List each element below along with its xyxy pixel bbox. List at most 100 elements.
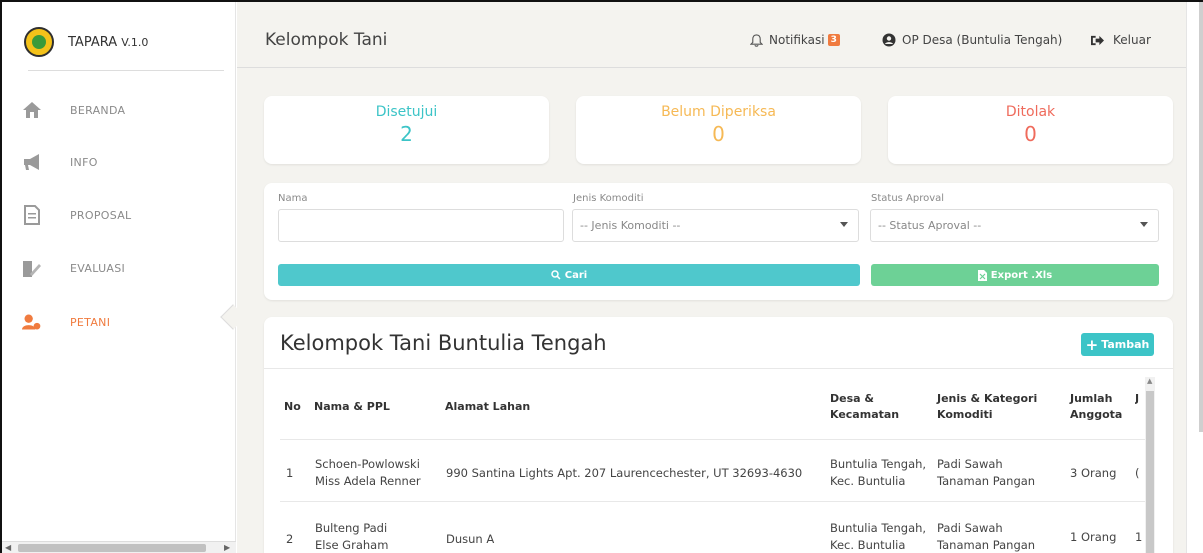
page-vertical-scrollbar[interactable] xyxy=(1186,2,1203,553)
notification-label: Notifikasi xyxy=(769,33,825,47)
column-header-nama[interactable]: Nama & PPL xyxy=(314,399,390,415)
status-filter-label: Status Aproval xyxy=(871,193,945,204)
search-button[interactable]: Cari xyxy=(278,264,860,286)
cell-nama: Bulteng Padi xyxy=(315,521,388,535)
notification-badge: 3 xyxy=(827,34,840,46)
cell-jenis: Padi Sawah xyxy=(937,457,1003,471)
column-header-truncated[interactable]: J xyxy=(1135,391,1145,407)
user-label: OP Desa (Buntulia Tengah) xyxy=(902,33,1063,47)
sidebar-item-label: BERANDA xyxy=(70,103,126,117)
column-header-komoditi[interactable]: Jenis & Kategori Komoditi xyxy=(937,391,1047,423)
column-header-alamat[interactable]: Alamat Lahan xyxy=(445,399,530,415)
notification-button[interactable]: Notifikasi 3 xyxy=(750,33,840,47)
top-navbar: Kelompok Tani Notifikasi 3 OP Desa (Bunt… xyxy=(237,2,1186,68)
sidebar: TAPARA V.1.0 BERANDA INFO PROPOSAL EVALU… xyxy=(2,2,236,553)
column-header-desa[interactable]: Desa & Kecamatan xyxy=(830,391,910,423)
farmer-group-table-card: Kelompok Tani Buntulia Tengah + Tambah N… xyxy=(264,317,1173,553)
logout-button[interactable]: Keluar xyxy=(1090,33,1151,47)
cell-no: 1 xyxy=(286,466,294,480)
home-icon xyxy=(22,100,42,120)
sidebar-item-petani[interactable]: PETANI xyxy=(22,302,110,342)
sidebar-item-label: PETANI xyxy=(70,315,111,329)
stat-label: Disetujui xyxy=(375,104,438,120)
scrollbar-thumb[interactable] xyxy=(1146,391,1154,553)
document-icon xyxy=(22,205,42,225)
page-title: Kelompok Tani xyxy=(265,30,388,50)
app-name: TAPARA xyxy=(68,34,118,50)
cell-desa: Buntulia Tengah, xyxy=(830,457,927,471)
komoditi-filter-label: Jenis Komoditi xyxy=(573,193,644,204)
cell-kategori: Tanaman Pangan xyxy=(937,474,1036,488)
column-header-no[interactable]: No xyxy=(284,399,301,415)
cell-ppl: Else Graham xyxy=(315,538,389,552)
cell-kategori: Tanaman Pangan xyxy=(937,538,1036,552)
cell-ppl: Miss Adela Renner xyxy=(315,474,421,488)
scroll-left-icon[interactable]: ◀ xyxy=(5,543,11,552)
scroll-right-icon[interactable]: ▶ xyxy=(224,543,230,552)
table-vertical-scrollbar[interactable]: ▲ xyxy=(1145,377,1155,553)
cell-alamat: 990 Santina Lights Apt. 207 Laurenceches… xyxy=(446,466,803,480)
stat-card-approved[interactable]: Disetujui 2 xyxy=(264,96,549,164)
stat-label: Ditolak xyxy=(1005,104,1056,120)
export-button-label: Export .Xls xyxy=(990,269,1053,281)
megaphone-icon xyxy=(22,152,42,172)
cell-jenis: Padi Sawah xyxy=(937,521,1003,535)
scrollbar-thumb[interactable] xyxy=(18,544,206,552)
logout-icon xyxy=(1091,35,1104,45)
brand-divider xyxy=(28,70,224,71)
status-select-value: -- Status Aproval -- xyxy=(878,219,982,232)
komoditi-select[interactable]: -- Jenis Komoditi -- xyxy=(572,209,859,242)
sidebar-item-label: INFO xyxy=(70,155,98,169)
bell-icon xyxy=(750,33,763,47)
stat-label: Belum Diperiksa xyxy=(661,104,776,120)
stat-card-rejected[interactable]: Ditolak 0 xyxy=(888,96,1173,164)
cell-nama: Schoen-Powlowski xyxy=(315,457,420,471)
user-circle-icon xyxy=(882,33,896,47)
cell-alamat: Dusun A xyxy=(446,532,495,546)
name-filter-input[interactable] xyxy=(278,209,564,242)
add-button-label: Tambah xyxy=(1101,338,1150,351)
sidebar-item-proposal[interactable]: PROPOSAL xyxy=(22,195,131,235)
sidebar-item-label: EVALUASI xyxy=(70,261,126,275)
table-title: Kelompok Tani Buntulia Tengah xyxy=(280,331,607,355)
user-menu[interactable]: OP Desa (Buntulia Tengah) xyxy=(882,33,1062,47)
status-select[interactable]: -- Status Aproval -- xyxy=(870,209,1159,242)
app-version: V.1.0 xyxy=(121,35,149,49)
cell-desa: Buntulia Tengah, xyxy=(830,521,927,535)
cell-kecamatan: Kec. Buntulia xyxy=(830,474,906,488)
horizontal-scrollbar[interactable]: ◀ ▶ xyxy=(2,541,236,553)
column-header-anggota[interactable]: Jumlah Anggota xyxy=(1070,391,1130,423)
app-logo xyxy=(24,27,54,57)
app-title: TAPARA V.1.0 xyxy=(68,35,148,50)
scroll-up-icon[interactable]: ▲ xyxy=(1147,377,1152,385)
table-header-divider xyxy=(280,439,1146,440)
card-divider xyxy=(264,368,1173,369)
komoditi-select-value: -- Jenis Komoditi -- xyxy=(580,219,681,232)
cell-no: 2 xyxy=(286,532,294,546)
chevron-down-icon xyxy=(1140,222,1148,227)
row-divider xyxy=(280,501,1146,502)
main-content: Kelompok Tani Notifikasi 3 OP Desa (Bunt… xyxy=(237,2,1186,553)
scrollbar-thumb[interactable] xyxy=(1199,2,1203,432)
stat-value: 0 xyxy=(712,122,725,146)
sidebar-item-info[interactable]: INFO xyxy=(22,142,98,182)
search-icon xyxy=(551,270,561,280)
cell-kecamatan: Kec. Buntulia xyxy=(830,538,906,552)
users-icon xyxy=(22,312,42,332)
sidebar-item-evaluasi[interactable]: EVALUASI xyxy=(22,248,125,288)
logout-label: Keluar xyxy=(1113,33,1151,47)
filter-panel: Nama Jenis Komoditi -- Jenis Komoditi --… xyxy=(264,183,1173,300)
name-filter-label: Nama xyxy=(278,193,308,204)
brand[interactable]: TAPARA V.1.0 xyxy=(24,24,148,60)
export-button[interactable]: Export .Xls xyxy=(871,264,1159,286)
search-button-label: Cari xyxy=(564,269,588,281)
edit-document-icon xyxy=(22,258,42,278)
plus-icon: + xyxy=(1085,335,1099,354)
stat-value: 2 xyxy=(400,122,413,146)
file-excel-icon xyxy=(977,269,987,281)
sidebar-item-beranda[interactable]: BERANDA xyxy=(22,90,125,130)
add-button[interactable]: + Tambah xyxy=(1081,333,1154,356)
cell-anggota: 1 Orang xyxy=(1070,530,1117,544)
cell-anggota: 3 Orang xyxy=(1070,466,1117,480)
stat-card-pending[interactable]: Belum Diperiksa 0 xyxy=(576,96,861,164)
